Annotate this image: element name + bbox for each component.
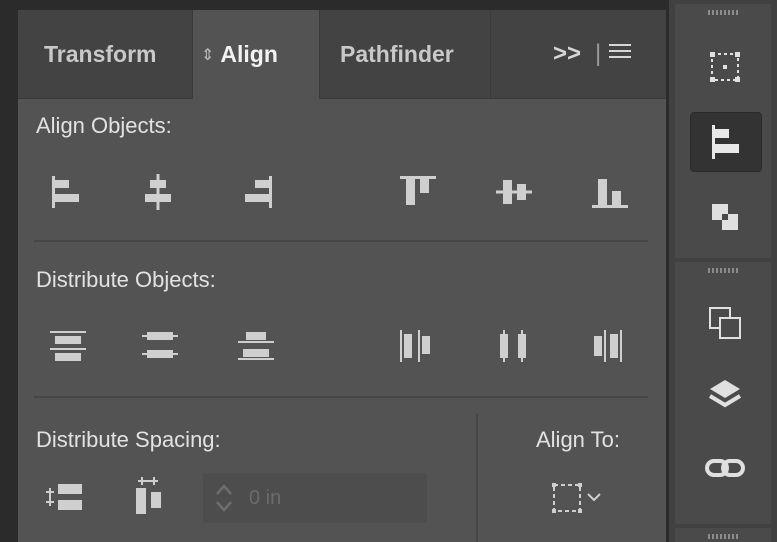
distribute-horizontal-center-icon[interactable] [492, 324, 536, 368]
distribute-bottom-icon[interactable] [234, 324, 278, 368]
dock-rail [666, 0, 777, 542]
spacing-value: 0 in [249, 487, 282, 509]
grip-handle[interactable] [708, 268, 740, 273]
distribute-vertical-center-icon[interactable] [138, 324, 182, 368]
align-horizontal-center-icon[interactable] [136, 170, 180, 214]
tab-transform[interactable]: Transform [44, 10, 194, 98]
grip-handle[interactable] [708, 10, 740, 15]
tab-overflow-area: >> | [490, 10, 667, 98]
grip-handle[interactable] [708, 534, 740, 539]
dock-group-next [675, 528, 771, 542]
align-panel: Transform ⇕ Align Pathfinder >> | Align O… [18, 10, 666, 542]
align-left-icon[interactable] [44, 170, 88, 214]
align-top-icon[interactable] [396, 170, 440, 214]
dock-group-transform [675, 4, 771, 258]
artboards-icon[interactable] [690, 296, 760, 354]
section-divider [34, 240, 648, 242]
align-right-icon[interactable] [236, 170, 280, 214]
tab-pathfinder[interactable]: Pathfinder [340, 10, 490, 98]
align-vertical-center-icon[interactable] [492, 170, 536, 214]
dock-group-layers [675, 262, 771, 524]
collapse-toggle-icon[interactable]: ⇕ [201, 47, 214, 64]
distribute-spacing-label: Distribute Spacing: [36, 427, 221, 452]
vertical-divider [476, 414, 478, 542]
transform-icon[interactable] [690, 38, 760, 96]
align-to-label: Align To: [536, 427, 620, 452]
stepper-icon[interactable] [211, 479, 237, 517]
section-divider [34, 396, 648, 398]
tab-align[interactable]: ⇕ Align [192, 10, 320, 99]
align-icon[interactable] [690, 112, 762, 172]
align-bottom-icon[interactable] [588, 170, 632, 214]
tab-divider: | [595, 40, 602, 67]
distribute-top-icon[interactable] [46, 324, 90, 368]
links-icon[interactable] [690, 440, 760, 498]
tab-bar: Transform ⇕ Align Pathfinder >> | [18, 10, 666, 99]
distribute-right-icon[interactable] [586, 324, 630, 368]
tab-align-label: Align [220, 41, 278, 67]
vertical-distribute-space-icon[interactable] [44, 476, 88, 520]
pathfinder-icon[interactable] [690, 190, 760, 248]
distribute-left-icon[interactable] [394, 324, 438, 368]
spacing-field[interactable]: 0 in [203, 473, 427, 523]
align-to-selection-icon[interactable] [548, 476, 618, 520]
overflow-chevron-icon[interactable]: >> [553, 10, 581, 98]
distribute-objects-label: Distribute Objects: [36, 267, 216, 292]
align-objects-label: Align Objects: [36, 113, 172, 138]
layers-icon[interactable] [690, 368, 760, 426]
horizontal-distribute-space-icon[interactable] [128, 476, 172, 520]
panel-menu-icon[interactable] [609, 44, 631, 62]
